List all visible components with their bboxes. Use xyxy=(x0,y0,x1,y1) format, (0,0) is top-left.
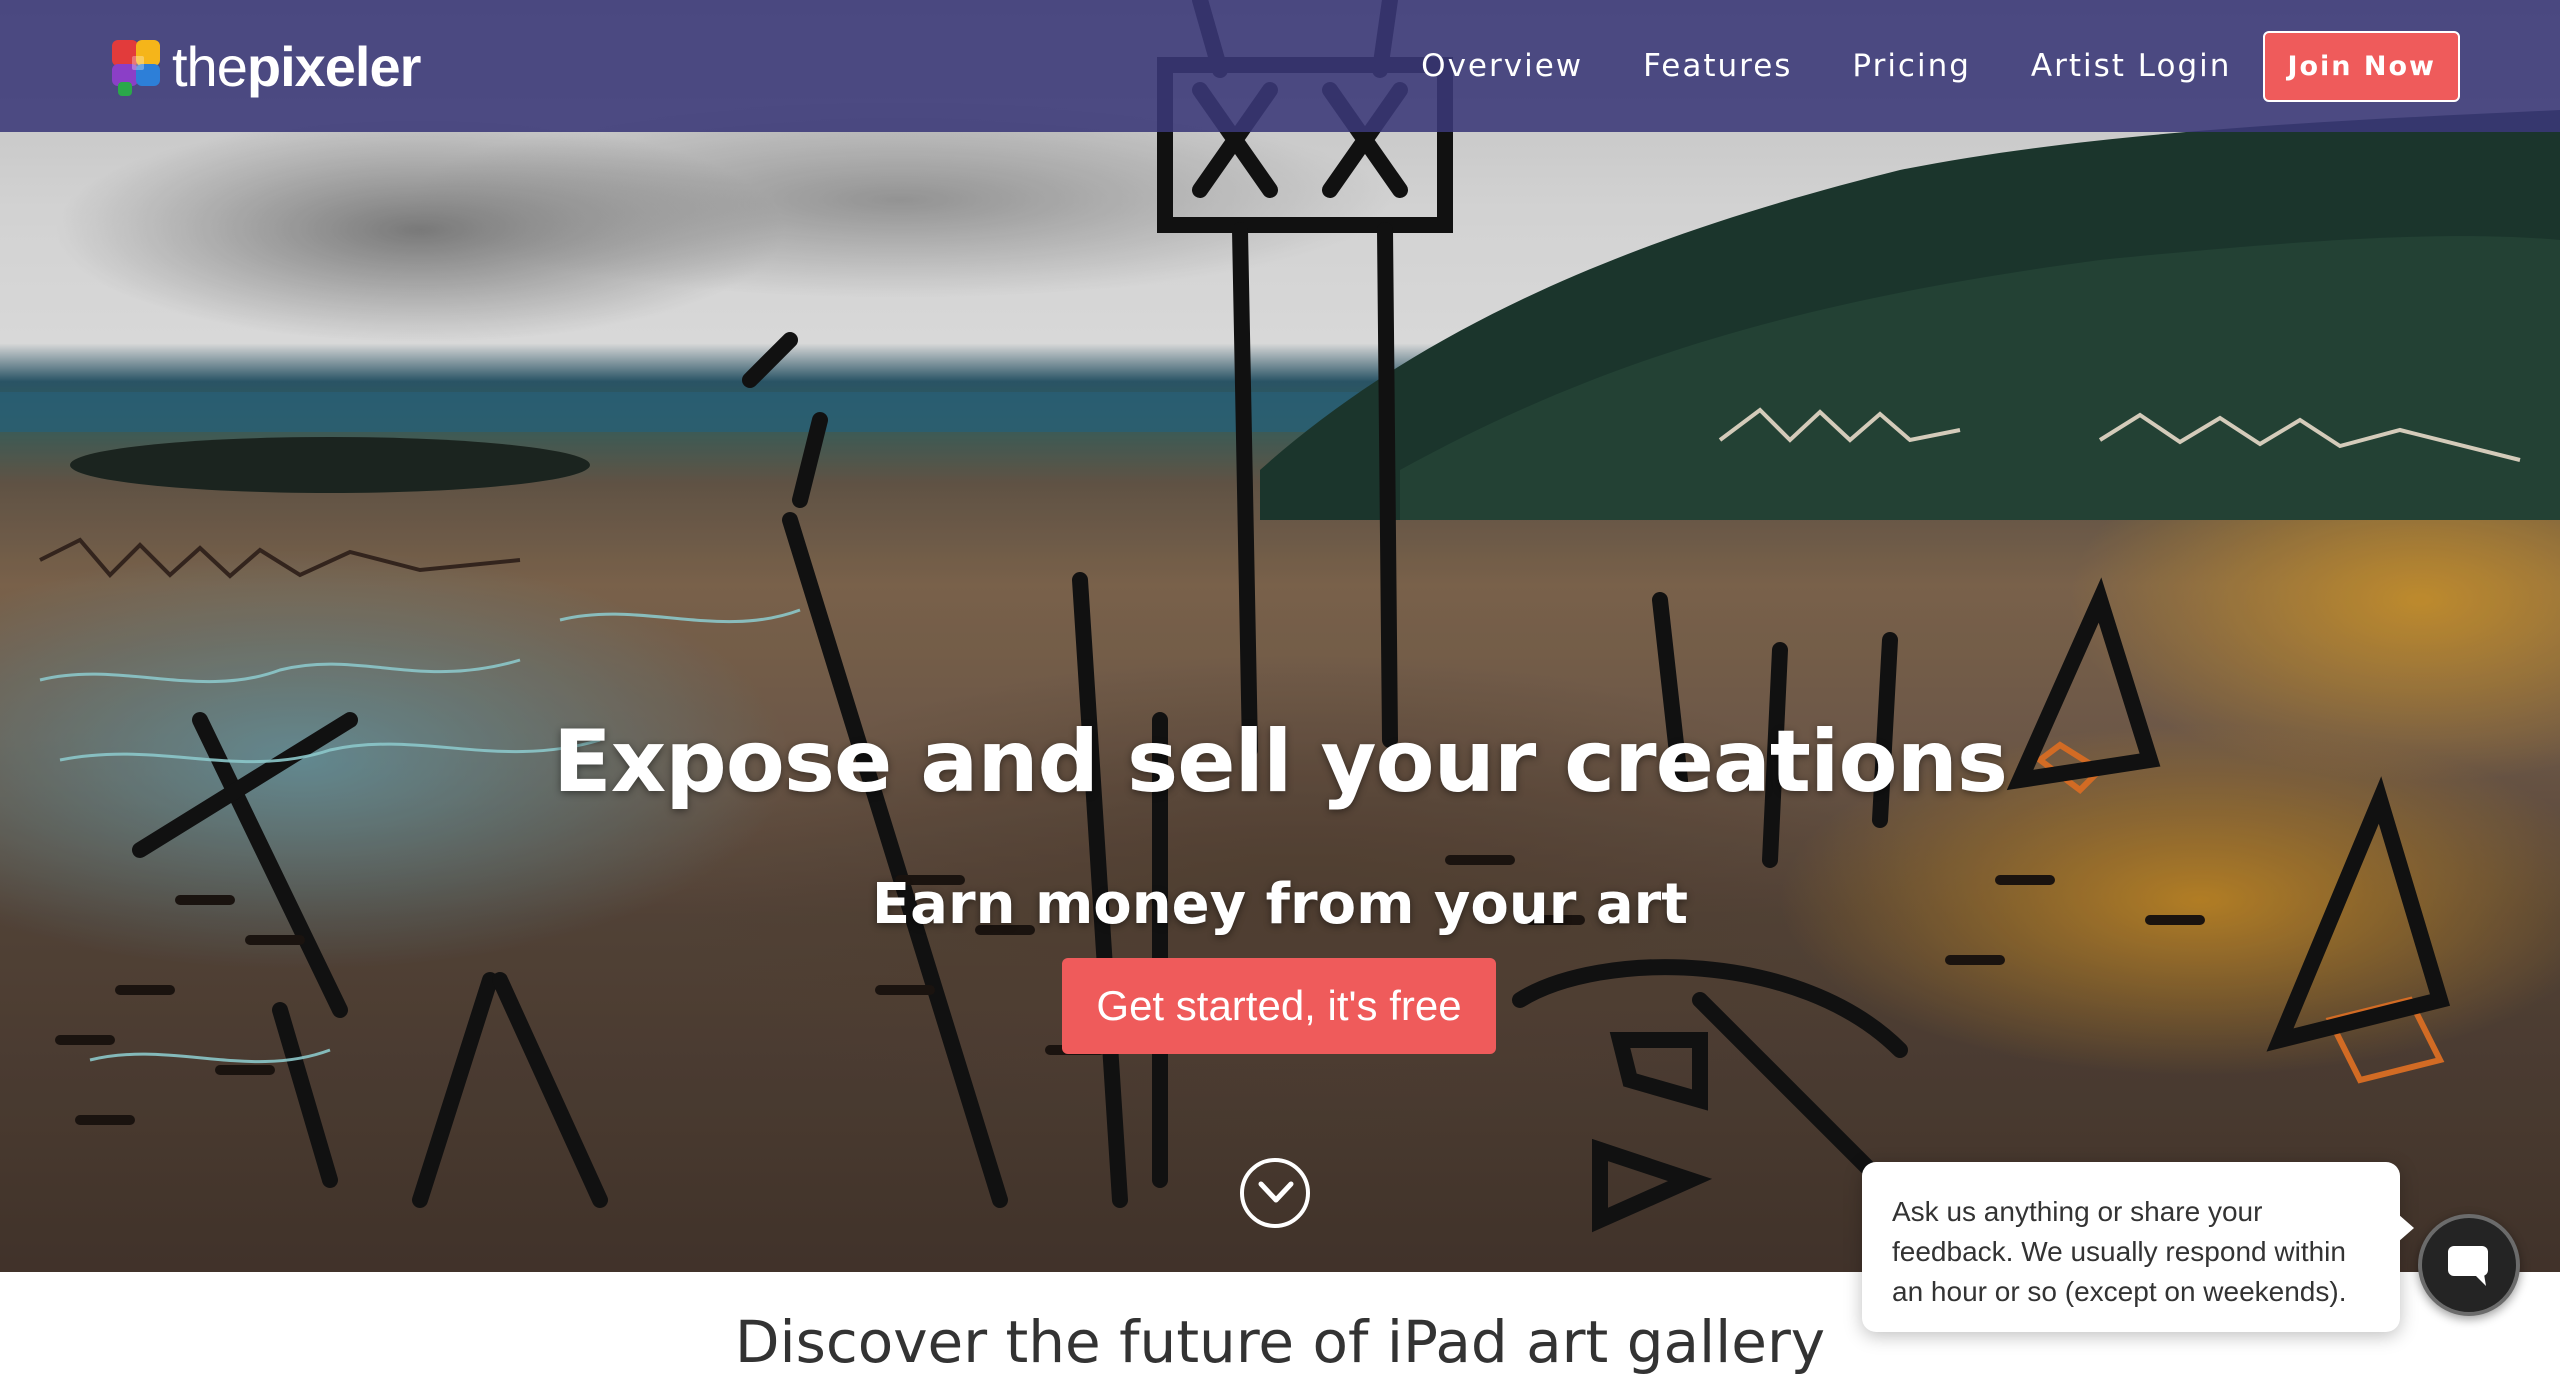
brand-logo[interactable]: thepixeler xyxy=(112,32,421,102)
chat-greeting-text: Ask us anything or share your feedback. … xyxy=(1892,1196,2347,1307)
hero-subtitle: Earn money from your art xyxy=(871,872,1689,937)
hero-title: Expose and sell your creations xyxy=(552,712,2008,812)
get-started-button[interactable]: Get started, it's free xyxy=(1062,958,1496,1054)
nav-pricing[interactable]: Pricing xyxy=(1852,48,1971,84)
nav-artist-login[interactable]: Artist Login xyxy=(2031,48,2232,84)
brand-name: thepixeler xyxy=(172,39,421,95)
nav-links: Overview Features Pricing Artist Login J… xyxy=(1421,0,2560,132)
join-now-button[interactable]: Join Now xyxy=(2263,30,2460,102)
brand-name-light: the xyxy=(172,35,248,98)
hero-overlay xyxy=(0,0,2560,1272)
chat-launcher-button[interactable] xyxy=(2418,1214,2520,1316)
scroll-down-button[interactable] xyxy=(1240,1158,1310,1228)
pixeler-logo-icon xyxy=(112,40,160,96)
brand-name-bold: pixeler xyxy=(246,35,422,98)
nav-overview[interactable]: Overview xyxy=(1421,48,1583,84)
chat-greeting-bubble[interactable]: Ask us anything or share your feedback. … xyxy=(1862,1162,2414,1332)
hero-banner: Expose and sell your creations Earn mone… xyxy=(0,0,2560,1272)
top-navbar: thepixeler Overview Features Pricing Art… xyxy=(0,0,2560,132)
nav-features[interactable]: Features xyxy=(1643,48,1792,84)
chevron-down-icon xyxy=(1258,1181,1294,1203)
chat-bubble-icon xyxy=(2448,1246,2488,1286)
